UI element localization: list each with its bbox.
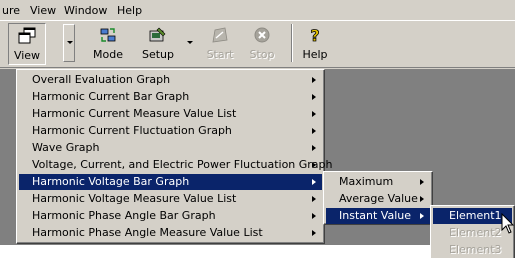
submenu-arrow-icon: [420, 213, 424, 219]
submenu-arrow-icon: [312, 94, 316, 100]
toolbar-separator: [291, 24, 293, 62]
menu-item-label: Harmonic Current Fluctuation Graph: [32, 124, 232, 137]
stop-icon: [254, 27, 270, 43]
menu-item-voltage-current-power-fluctuation-graph[interactable]: Voltage, Current, and Electric Power Flu…: [19, 157, 333, 173]
menu-item-label: Harmonic Current Measure Value List: [32, 107, 237, 120]
menu-item-wave-graph[interactable]: Wave Graph: [19, 140, 322, 156]
submenu-arrow-icon: [312, 230, 316, 236]
menu-item-label: Harmonic Phase Angle Bar Graph: [32, 209, 216, 222]
toolbar: View Mode Setup Start Stop ? Help: [0, 20, 515, 68]
svg-text:?: ?: [310, 26, 319, 44]
help-icon: ?: [310, 26, 320, 44]
menu-item-harmonic-current-measure-value-list[interactable]: Harmonic Current Measure Value List: [19, 106, 322, 122]
setup-button[interactable]: Setup: [136, 23, 180, 65]
mouse-pointer-icon: [501, 213, 515, 234]
submenu-arrow-icon: [312, 145, 316, 151]
application-window: ure View Window Help View Mode Setup Sta…: [0, 0, 515, 258]
menu-item-maximum[interactable]: Maximum: [326, 174, 430, 190]
menu-view[interactable]: View: [28, 3, 58, 18]
view-button[interactable]: View: [8, 23, 46, 65]
submenu-arrow-icon: [312, 179, 316, 185]
submenu-arrow-icon: [312, 196, 316, 202]
mode-button-label: Mode: [93, 48, 123, 61]
setup-dropdown-arrow[interactable]: [183, 24, 195, 62]
view-menu: Overall Evaluation Graph Harmonic Curren…: [16, 69, 333, 244]
menu-item-label: Voltage, Current, and Electric Power Flu…: [32, 158, 333, 171]
help-button-label: Help: [302, 48, 328, 61]
setup-icon: [149, 27, 166, 42]
view-button-label: View: [13, 49, 41, 62]
menu-item-harmonic-voltage-measure-value-list[interactable]: Harmonic Voltage Measure Value List: [19, 191, 322, 207]
menu-item-harmonic-voltage-bar-graph[interactable]: Harmonic Voltage Bar Graph: [19, 174, 322, 190]
stop-button-label: Stop: [249, 48, 275, 61]
menu-window[interactable]: Window: [62, 3, 109, 18]
menu-configure[interactable]: ure: [0, 3, 22, 18]
submenu-arrow-icon: [312, 162, 316, 168]
menu-item-harmonic-current-fluctuation-graph[interactable]: Harmonic Current Fluctuation Graph: [19, 123, 322, 139]
submenu-arrow-icon: [312, 213, 316, 219]
menu-item-label: Harmonic Phase Angle Measure Value List: [32, 226, 263, 239]
menu-bar: ure View Window Help: [0, 0, 515, 20]
start-button-label: Start: [206, 48, 234, 61]
menu-item-element3[interactable]: Element3: [433, 242, 512, 258]
value-submenu: Maximum Average Value Instant Value: [323, 171, 433, 225]
menu-item-label: Harmonic Current Bar Graph: [32, 90, 190, 103]
view-window-icon: [18, 27, 36, 44]
menu-item-label: Harmonic Voltage Measure Value List: [32, 192, 237, 205]
submenu-arrow-icon: [420, 179, 424, 185]
setup-button-label: Setup: [141, 48, 175, 61]
menu-item-label: Instant Value: [339, 209, 411, 222]
mode-button[interactable]: Mode: [87, 23, 129, 65]
menu-item-average-value[interactable]: Average Value: [326, 191, 430, 207]
submenu-arrow-icon: [312, 77, 316, 83]
menu-item-harmonic-current-bar-graph[interactable]: Harmonic Current Bar Graph: [19, 89, 322, 105]
chevron-down-icon: [187, 41, 193, 44]
help-button[interactable]: ? Help: [296, 23, 334, 65]
chevron-down-icon: [67, 41, 73, 44]
menu-item-instant-value[interactable]: Instant Value: [326, 208, 430, 224]
menu-item-harmonic-phase-angle-measure-value-list[interactable]: Harmonic Phase Angle Measure Value List: [19, 225, 322, 241]
view-dropdown-arrow[interactable]: [63, 24, 75, 62]
menu-help[interactable]: Help: [115, 3, 144, 18]
menu-item-label: Overall Evaluation Graph: [32, 73, 171, 86]
menu-item-label: Average Value: [339, 192, 418, 205]
submenu-arrow-icon: [312, 111, 316, 117]
submenu-arrow-icon: [312, 128, 316, 134]
menu-item-label: Harmonic Voltage Bar Graph: [32, 175, 190, 188]
menu-item-label: Maximum: [339, 175, 394, 188]
start-icon: [212, 27, 228, 43]
start-button[interactable]: Start: [201, 23, 239, 65]
stop-button[interactable]: Stop: [243, 23, 281, 65]
menu-item-harmonic-phase-angle-bar-graph[interactable]: Harmonic Phase Angle Bar Graph: [19, 208, 322, 224]
mode-icon: [100, 28, 116, 42]
menu-item-label: Wave Graph: [32, 141, 100, 154]
submenu-arrow-icon: [420, 196, 424, 202]
menu-item-overall-evaluation-graph[interactable]: Overall Evaluation Graph: [19, 72, 322, 88]
